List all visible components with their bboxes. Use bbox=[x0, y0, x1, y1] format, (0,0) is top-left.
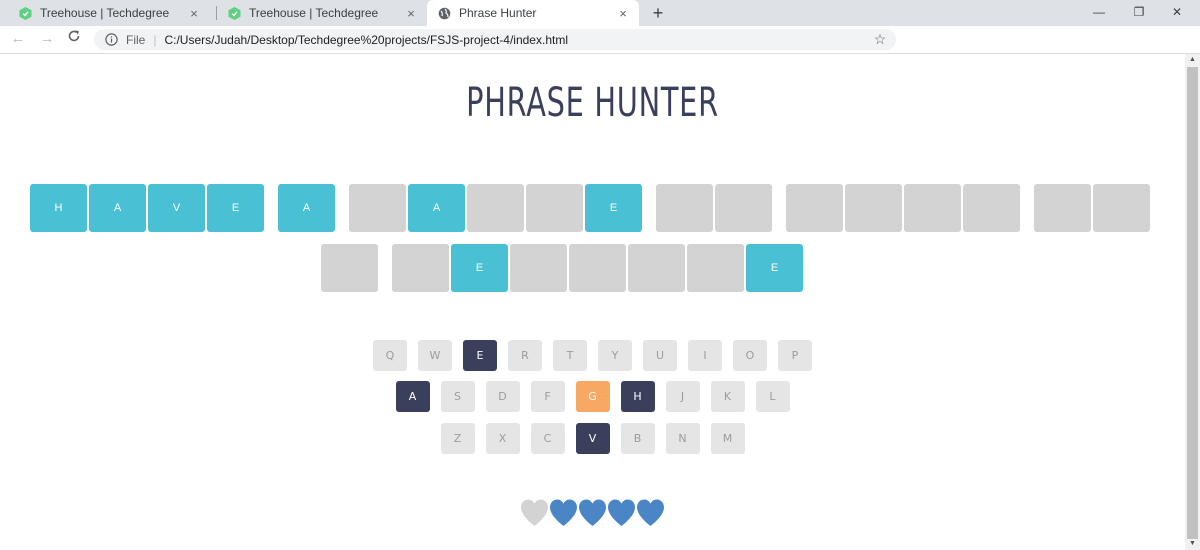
key-k-button[interactable]: K bbox=[710, 381, 745, 412]
phrase-letter-revealed: A bbox=[408, 184, 465, 232]
reload-button[interactable] bbox=[64, 29, 84, 49]
key-m-button[interactable]: M bbox=[710, 423, 745, 454]
key-i-button[interactable]: I bbox=[688, 340, 722, 371]
phrase-letter-revealed: E bbox=[207, 184, 264, 232]
scheme-label: File bbox=[126, 32, 146, 47]
phrase-letter-hidden bbox=[628, 244, 685, 292]
key-w-button[interactable]: W bbox=[418, 340, 452, 371]
phrase-letter-hidden bbox=[656, 184, 713, 232]
key-x-button[interactable]: X bbox=[485, 423, 520, 454]
key-t-button[interactable]: T bbox=[553, 340, 587, 371]
lost-heart-icon bbox=[521, 499, 548, 527]
phrase-letter-revealed: E bbox=[451, 244, 508, 292]
key-f-button[interactable]: F bbox=[530, 381, 565, 412]
phrase-letter-revealed: E bbox=[585, 184, 642, 232]
key-h-button[interactable]: H bbox=[620, 381, 655, 412]
key-d-button[interactable]: D bbox=[485, 381, 520, 412]
key-q-button[interactable]: Q bbox=[373, 340, 407, 371]
phrase-letter-hidden bbox=[1093, 184, 1150, 232]
reload-icon bbox=[68, 30, 80, 42]
page-viewport: PHRASE HUNTER HAVEAAE EE QWERTYUIOP ASDF… bbox=[0, 54, 1185, 550]
live-heart-icon bbox=[608, 499, 635, 527]
key-b-button[interactable]: B bbox=[620, 423, 655, 454]
globe-icon bbox=[437, 6, 451, 20]
tab-title: Treehouse | Techdegree bbox=[40, 6, 170, 20]
address-separator: | bbox=[153, 32, 157, 47]
browser-toolbar: ← → File | C:/Users/Judah/Desktop/Techde… bbox=[0, 26, 1200, 54]
key-s-button[interactable]: S bbox=[440, 381, 475, 412]
treehouse-favicon-icon bbox=[18, 6, 32, 20]
scroll-up-arrow-icon[interactable]: ▲ bbox=[1188, 56, 1197, 63]
key-a-button[interactable]: A bbox=[395, 381, 430, 412]
phrase-letter-hidden bbox=[963, 184, 1020, 232]
phrase-row: EE bbox=[321, 244, 805, 292]
forward-button[interactable]: → bbox=[37, 29, 57, 49]
phrase-letter-hidden bbox=[349, 184, 406, 232]
phrase-letter-hidden bbox=[786, 184, 843, 232]
phrase-letter-hidden bbox=[687, 244, 744, 292]
window-close-button[interactable]: ✕ bbox=[1154, 0, 1200, 26]
tab-title: Phrase Hunter bbox=[459, 6, 537, 20]
phrase-letter-revealed: H bbox=[30, 184, 87, 232]
keyboard-row: QWERTYUIOP bbox=[0, 340, 1185, 371]
key-o-button[interactable]: O bbox=[733, 340, 767, 371]
phrase-letter-revealed: E bbox=[746, 244, 803, 292]
phrase-letter-revealed: V bbox=[148, 184, 205, 232]
tab-close-icon[interactable]: × bbox=[403, 6, 419, 21]
treehouse-favicon-icon bbox=[227, 6, 241, 20]
back-button[interactable]: ← bbox=[8, 29, 28, 49]
key-e-button[interactable]: E bbox=[463, 340, 497, 371]
key-v-button[interactable]: V bbox=[575, 423, 610, 454]
phrase-letter-hidden bbox=[467, 184, 524, 232]
key-l-button[interactable]: L bbox=[755, 381, 790, 412]
browser-tab-treehouse-2[interactable]: Treehouse | Techdegree × bbox=[217, 0, 427, 26]
phrase-letter-hidden bbox=[569, 244, 626, 292]
phrase-row: HAVEAAE bbox=[30, 184, 1152, 232]
key-r-button[interactable]: R bbox=[508, 340, 542, 371]
key-p-button[interactable]: P bbox=[778, 340, 812, 371]
game-title: PHRASE HUNTER bbox=[466, 80, 719, 126]
info-icon[interactable] bbox=[104, 33, 118, 47]
phrase-letter-hidden bbox=[845, 184, 902, 232]
live-heart-icon bbox=[637, 499, 664, 527]
tab-title: Treehouse | Techdegree bbox=[249, 6, 379, 20]
new-tab-button[interactable]: + bbox=[647, 2, 669, 24]
key-y-button[interactable]: Y bbox=[598, 340, 632, 371]
key-j-button[interactable]: J bbox=[665, 381, 700, 412]
browser-tab-phrase-hunter[interactable]: Phrase Hunter × bbox=[427, 0, 639, 26]
live-heart-icon bbox=[550, 499, 577, 527]
phrase-letter-hidden bbox=[526, 184, 583, 232]
lives-scoreboard bbox=[0, 498, 1185, 528]
key-c-button[interactable]: C bbox=[530, 423, 565, 454]
tab-close-icon[interactable]: × bbox=[615, 6, 631, 21]
key-z-button[interactable]: Z bbox=[440, 423, 475, 454]
live-heart-icon bbox=[579, 499, 606, 527]
address-bar[interactable]: File | C:/Users/Judah/Desktop/Techdegree… bbox=[94, 29, 896, 50]
key-g-button[interactable]: G bbox=[575, 381, 610, 412]
phrase-letter-hidden bbox=[321, 244, 378, 292]
phrase-letter-hidden bbox=[392, 244, 449, 292]
phrase-letter-revealed: A bbox=[89, 184, 146, 232]
url-text[interactable]: C:/Users/Judah/Desktop/Techdegree%20proj… bbox=[164, 33, 870, 47]
browser-tab-treehouse-1[interactable]: Treehouse | Techdegree × bbox=[0, 0, 210, 26]
scrollbar-thumb[interactable] bbox=[1187, 67, 1198, 539]
phrase-letter-revealed: A bbox=[278, 184, 335, 232]
keyboard-row: ZXCVBNM bbox=[0, 423, 1185, 454]
key-n-button[interactable]: N bbox=[665, 423, 700, 454]
key-u-button[interactable]: U bbox=[643, 340, 677, 371]
tab-close-icon[interactable]: × bbox=[186, 6, 202, 21]
phrase-letter-hidden bbox=[715, 184, 772, 232]
page-scrollbar[interactable]: ▲ ▼ bbox=[1185, 54, 1200, 550]
phrase-letter-hidden bbox=[904, 184, 961, 232]
phrase-letter-hidden bbox=[1034, 184, 1091, 232]
browser-tab-strip: Treehouse | Techdegree × Treehouse | Tec… bbox=[0, 0, 1200, 26]
scroll-down-arrow-icon[interactable]: ▼ bbox=[1188, 540, 1197, 547]
keyboard-row: ASDFGHJKL bbox=[0, 381, 1185, 412]
phrase-letter-hidden bbox=[510, 244, 567, 292]
bookmark-star-icon[interactable]: ☆ bbox=[870, 31, 890, 48]
